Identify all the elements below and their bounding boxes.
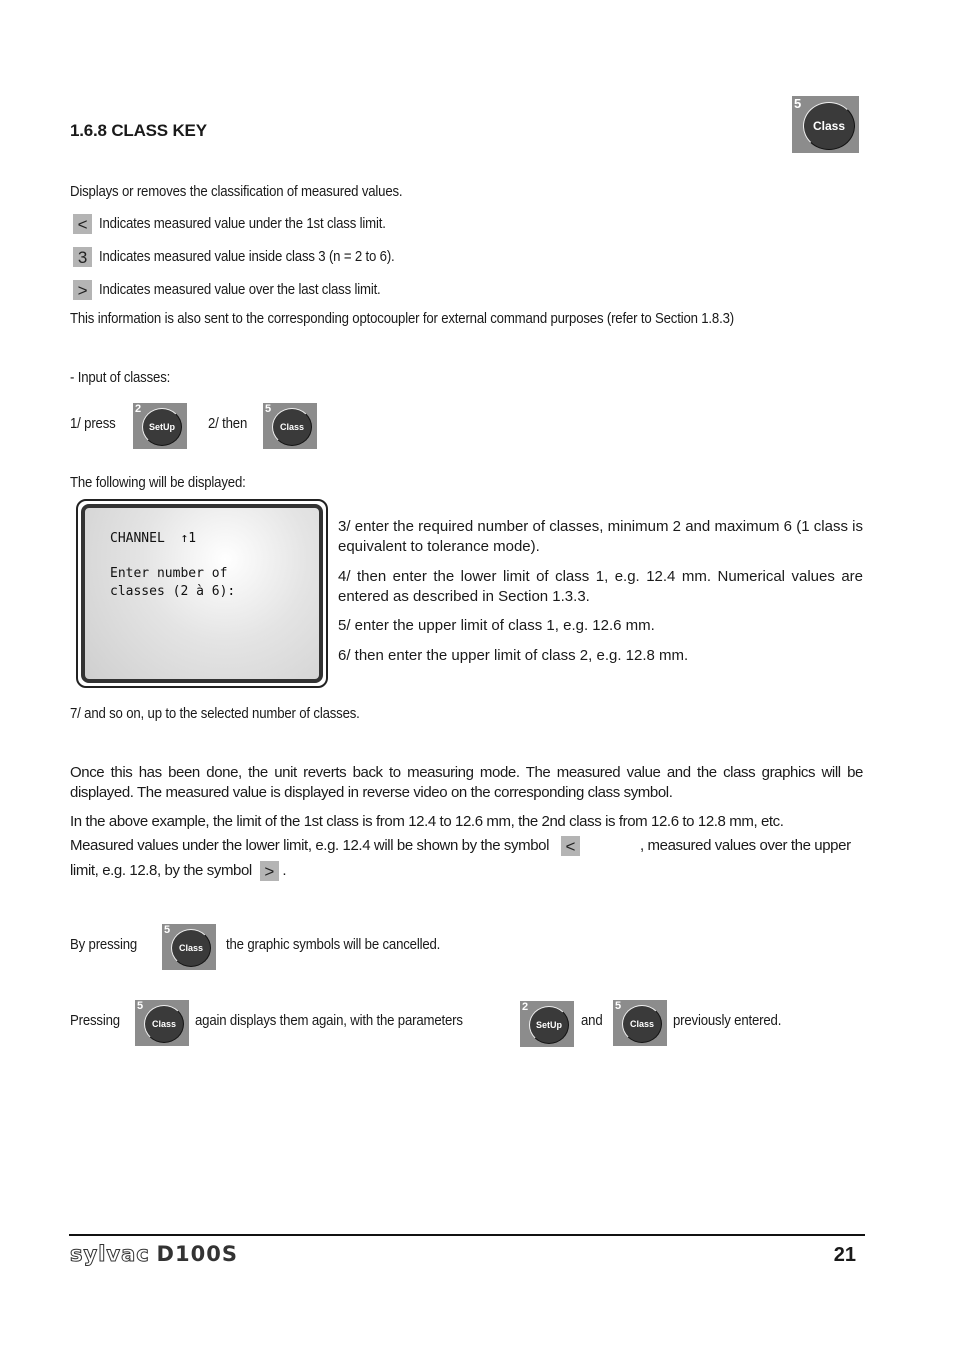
example-text: In the above example, the limit of the 1… bbox=[70, 813, 784, 830]
symbol-description: Indicates measured value over the last c… bbox=[98, 281, 381, 298]
model-name: D100S bbox=[156, 1242, 238, 1266]
example-over-text: , measured values over the upper bbox=[640, 837, 851, 854]
class-key-icon: 5 Class bbox=[162, 924, 216, 970]
key-label: Class bbox=[171, 929, 211, 967]
symbol-row-under: < Indicates measured value under the 1st… bbox=[73, 214, 425, 235]
lcd-line-channel: CHANNEL ↑1 bbox=[110, 531, 197, 546]
example-line-3: limit, e.g. 12.8, by the symbol > . bbox=[70, 861, 287, 882]
page-number: 21 bbox=[833, 1244, 856, 1266]
and-text: and bbox=[581, 1012, 603, 1029]
setup-key-icon: 2 SetUp bbox=[520, 1001, 574, 1047]
footer-rule bbox=[69, 1234, 865, 1236]
setup-key-icon: 2 SetUp bbox=[133, 403, 187, 449]
input-heading: - Input of classes: bbox=[70, 369, 171, 386]
key-label: Class bbox=[272, 408, 312, 446]
brand-logo: sylvac D100S bbox=[70, 1242, 238, 1267]
class-key-icon: 5 Class bbox=[263, 403, 317, 449]
cancel-before-text: By pressing bbox=[70, 936, 138, 953]
over-limit-symbol: > bbox=[259, 861, 279, 882]
step1-text: 1/ press bbox=[70, 415, 116, 432]
lcd-screen: CHANNEL ↑1 Enter number of classes (2 à … bbox=[81, 504, 323, 683]
key-label: Class bbox=[803, 102, 855, 150]
cancel-after-text: the graphic symbols will be cancelled. bbox=[226, 936, 441, 953]
lcd-line-prompt-2: classes (2 à 6): bbox=[110, 584, 236, 599]
symbol-description: Indicates measured value under the 1st c… bbox=[98, 215, 386, 232]
key-number: 5 bbox=[137, 1000, 144, 1012]
measuring-mode-text: Once this has been done, the unit revert… bbox=[70, 764, 863, 801]
key-number: 5 bbox=[265, 403, 272, 415]
step-6: 6/ then enter the upper limit of class 2… bbox=[338, 647, 689, 664]
key-label: SetUp bbox=[142, 408, 182, 446]
key-number: 5 bbox=[615, 1000, 622, 1012]
step-7: 7/ and so on, up to the selected number … bbox=[70, 705, 360, 722]
key-number: 2 bbox=[135, 403, 142, 415]
key-label: SetUp bbox=[529, 1006, 569, 1044]
symbol-description: Indicates measured value inside class 3 … bbox=[98, 248, 395, 265]
under-limit-symbol: < bbox=[560, 836, 580, 857]
class-key-icon: 5 Class bbox=[135, 1000, 189, 1046]
example-line-2: Measured values under the lower limit, e… bbox=[70, 836, 580, 857]
symbol-row-inside: 3 Indicates measured value inside class … bbox=[73, 247, 435, 268]
again-mid-text: again displays them again, with the para… bbox=[195, 1012, 463, 1029]
step-5: 5/ enter the upper limit of class 1, e.g… bbox=[338, 617, 655, 634]
class-key-icon: 5 Class bbox=[613, 1000, 667, 1046]
example-limit-text: limit, e.g. 12.8, by the symbol bbox=[70, 862, 252, 879]
again-after-text: previously entered. bbox=[673, 1012, 782, 1029]
key-label: Class bbox=[144, 1005, 184, 1043]
period: . bbox=[282, 862, 287, 879]
again-before-text: Pressing bbox=[70, 1012, 120, 1029]
over-limit-symbol: > bbox=[73, 280, 92, 301]
info-text: This information is also sent to the cor… bbox=[70, 310, 734, 327]
class-key-icon: 5 Class bbox=[792, 96, 859, 153]
symbol-row-over: > Indicates measured value over the last… bbox=[73, 280, 419, 301]
step-3: 3/ enter the required number of classes,… bbox=[338, 518, 863, 555]
step-4: 4/ then enter the lower limit of class 1… bbox=[338, 568, 863, 605]
section-title: 1.6.8 CLASS KEY bbox=[70, 121, 207, 140]
lcd-line-prompt: Enter number of bbox=[110, 566, 228, 581]
key-number: 2 bbox=[522, 1001, 529, 1013]
key-number: 5 bbox=[794, 96, 802, 111]
following-text: The following will be displayed: bbox=[70, 474, 246, 491]
lcd-display: CHANNEL ↑1 Enter number of classes (2 à … bbox=[76, 499, 328, 688]
under-limit-symbol: < bbox=[73, 214, 92, 235]
key-number: 5 bbox=[164, 924, 171, 936]
step2-text: 2/ then bbox=[208, 415, 248, 432]
key-label: Class bbox=[622, 1005, 662, 1043]
inside-class-symbol: 3 bbox=[73, 247, 92, 268]
intro-text: Displays or removes the classification o… bbox=[70, 183, 403, 200]
example-under-text: Measured values under the lower limit, e… bbox=[70, 837, 550, 854]
brand-name: sylvac bbox=[70, 1242, 150, 1267]
